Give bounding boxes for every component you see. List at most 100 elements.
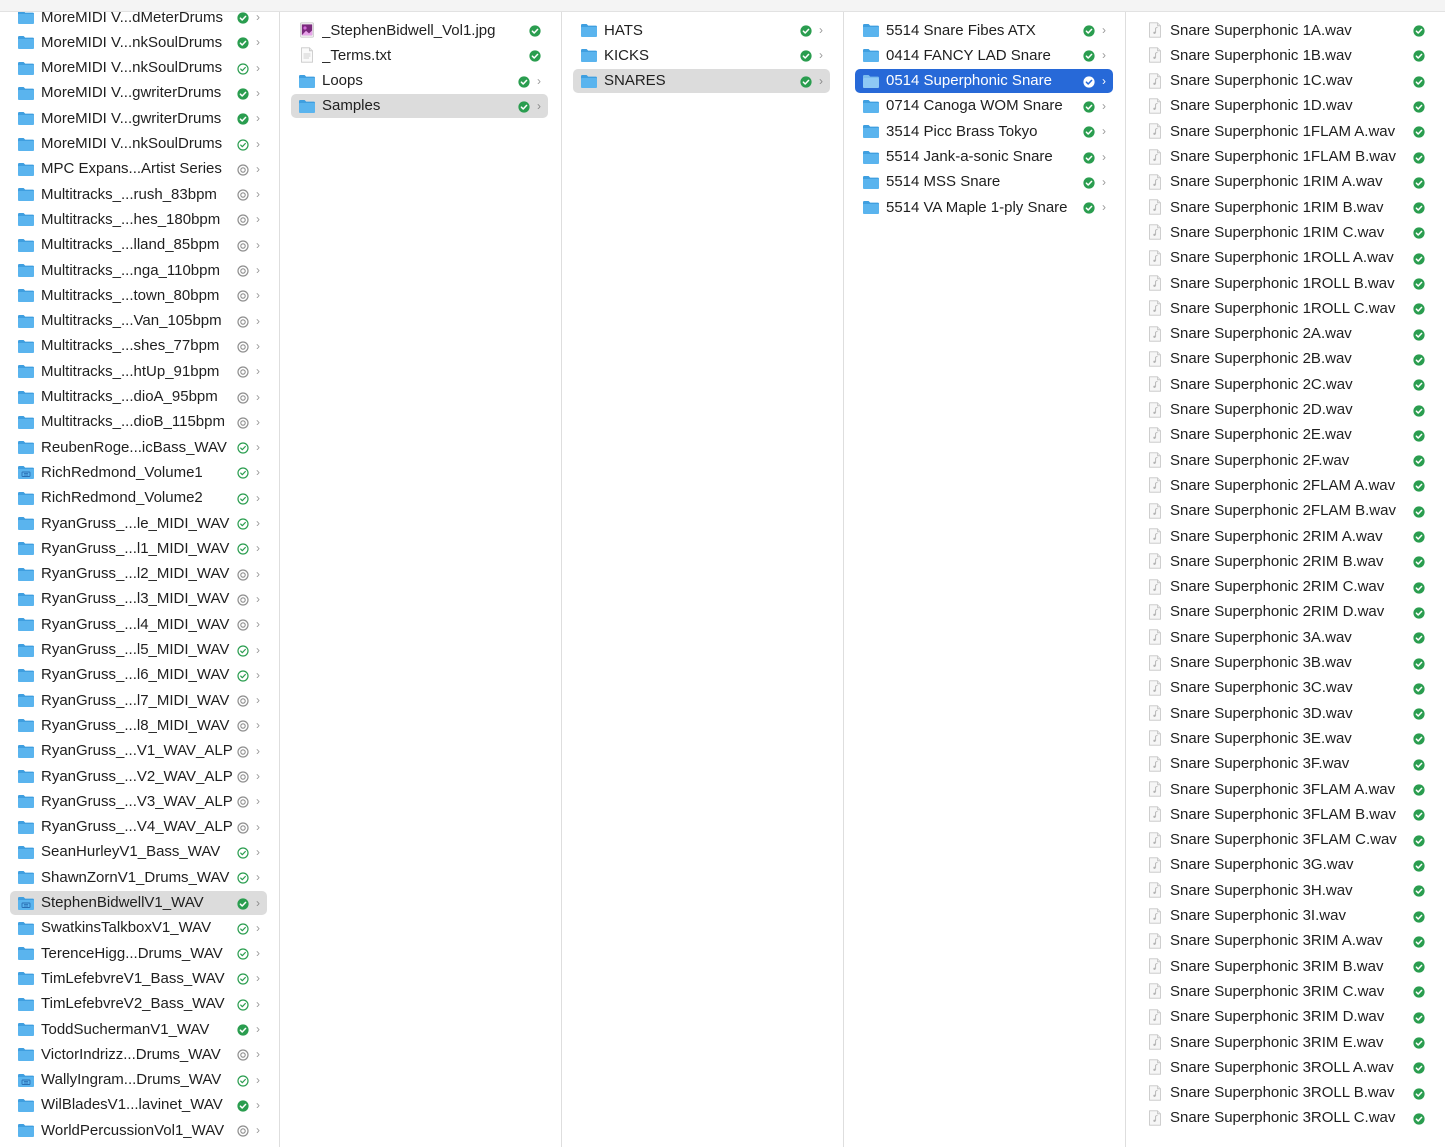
folder-row-samples[interactable]: Samples › xyxy=(291,93,548,118)
file-row-snare-superphonic-2flam-a-wav[interactable]: Snare Superphonic 2FLAM A.wav xyxy=(1139,473,1432,497)
folder-row-5514-va-maple-1-ply-snare[interactable]: 5514 VA Maple 1-ply Snare › xyxy=(855,195,1113,219)
folder-row-wilbladesv1-lavinet-wav[interactable]: WilBladesV1...lavinet_WAV › xyxy=(10,1093,267,1117)
file-row-snare-superphonic-3roll-b-wav[interactable]: Snare Superphonic 3ROLL B.wav xyxy=(1139,1081,1432,1105)
file-row-snare-superphonic-3rim-b-wav[interactable]: Snare Superphonic 3RIM B.wav xyxy=(1139,954,1432,978)
file-row-snare-superphonic-3a-wav[interactable]: Snare Superphonic 3A.wav xyxy=(1139,625,1432,649)
folder-row-ryangruss-l3-midi-wav[interactable]: RyanGruss_...l3_MIDI_WAV › xyxy=(10,587,267,611)
folder-row-ryangruss-l2-midi-wav[interactable]: RyanGruss_...l2_MIDI_WAV › xyxy=(10,562,267,586)
column-superphonic-snare[interactable]: Snare Superphonic 1A.wav Snare Superphoni… xyxy=(1126,12,1445,1147)
folder-row-moremidi-v-nksouldrums[interactable]: MoreMIDI V...nkSoulDrums › xyxy=(10,132,267,156)
file-row-snare-superphonic-3d-wav[interactable]: Snare Superphonic 3D.wav xyxy=(1139,701,1432,725)
file-row-snare-superphonic-2flam-b-wav[interactable]: Snare Superphonic 2FLAM B.wav xyxy=(1139,499,1432,523)
column-snares[interactable]: 5514 Snare Fibes ATX › 0414 FANCY LAD Snar… xyxy=(844,12,1126,1147)
folder-row-multitracks-nga-110bpm[interactable]: Multitracks_...nga_110bpm › xyxy=(10,258,267,282)
file-row-snare-superphonic-1roll-b-wav[interactable]: Snare Superphonic 1ROLL B.wav xyxy=(1139,271,1432,295)
folder-row-moremidi-v-nksouldrums[interactable]: MoreMIDI V...nkSoulDrums › xyxy=(10,30,267,54)
folder-row-multitracks-dioa-95bpm[interactable]: Multitracks_...dioA_95bpm › xyxy=(10,385,267,409)
file-row-snare-superphonic-1roll-a-wav[interactable]: Snare Superphonic 1ROLL A.wav xyxy=(1139,246,1432,270)
folder-row-multitracks-town-80bpm[interactable]: Multitracks_...town_80bpm › xyxy=(10,283,267,307)
folder-row-0714-canoga-wom-snare[interactable]: 0714 Canoga WOM Snare › xyxy=(855,94,1113,118)
folder-row-moremidi-v-dmeterdrums[interactable]: MoreMIDI V...dMeterDrums › xyxy=(10,12,267,29)
folder-row-ryangruss-v3-wav-alp[interactable]: RyanGruss_...V3_WAV_ALP › xyxy=(10,789,267,813)
folder-row-victorindrizz-drums-wav[interactable]: VictorIndrizz...Drums_WAV › xyxy=(10,1042,267,1066)
folder-row-moremidi-v-nksouldrums[interactable]: MoreMIDI V...nkSoulDrums › xyxy=(10,56,267,80)
file-row-snare-superphonic-3flam-a-wav[interactable]: Snare Superphonic 3FLAM A.wav xyxy=(1139,777,1432,801)
folder-row-5514-snare-fibes-atx[interactable]: 5514 Snare Fibes ATX › xyxy=(855,18,1113,42)
folder-row-0514-superphonic-snare[interactable]: 0514 Superphonic Snare › xyxy=(855,68,1113,93)
file-row-snare-superphonic-3f-wav[interactable]: Snare Superphonic 3F.wav xyxy=(1139,752,1432,776)
folder-row-snares[interactable]: SNARES › xyxy=(573,68,830,93)
file-row-snare-superphonic-3e-wav[interactable]: Snare Superphonic 3E.wav xyxy=(1139,726,1432,750)
folder-row-timlefebvrev2-bass-wav[interactable]: TimLefebvreV2_Bass_WAV › xyxy=(10,992,267,1016)
file-row-snare-superphonic-1flam-b-wav[interactable]: Snare Superphonic 1FLAM B.wav xyxy=(1139,145,1432,169)
folder-row-terencehigg-drums-wav[interactable]: TerenceHigg...Drums_WAV › xyxy=(10,941,267,965)
file-row-snare-superphonic-2d-wav[interactable]: Snare Superphonic 2D.wav xyxy=(1139,398,1432,422)
folder-row-reubenroge-icbass-wav[interactable]: ReubenRoge...icBass_WAV › xyxy=(10,435,267,459)
folder-row-0414-fancy-lad-snare[interactable]: 0414 FANCY LAD Snare › xyxy=(855,43,1113,67)
folder-row-multitracks-rush-83bpm[interactable]: Multitracks_...rush_83bpm › xyxy=(10,182,267,206)
file-row-snare-superphonic-3g-wav[interactable]: Snare Superphonic 3G.wav xyxy=(1139,853,1432,877)
file-row-snare-superphonic-1a-wav[interactable]: Snare Superphonic 1A.wav xyxy=(1139,18,1432,42)
file-row-snare-superphonic-1rim-b-wav[interactable]: Snare Superphonic 1RIM B.wav xyxy=(1139,195,1432,219)
folder-row-seanhurleyv1-bass-wav[interactable]: SeanHurleyV1_Bass_WAV › xyxy=(10,840,267,864)
folder-row-multitracks-shes-77bpm[interactable]: Multitracks_...shes_77bpm › xyxy=(10,334,267,358)
folder-row-terms-txt[interactable]: _Terms.txt xyxy=(291,43,548,67)
folder-row-shawnzornv1-drums-wav[interactable]: ShawnZornV1_Drums_WAV › xyxy=(10,865,267,889)
file-row-snare-superphonic-3h-wav[interactable]: Snare Superphonic 3H.wav xyxy=(1139,878,1432,902)
folder-row-richredmond-volume2[interactable]: RichRedmond_Volume2 › xyxy=(10,486,267,510)
file-row-snare-superphonic-3b-wav[interactable]: Snare Superphonic 3B.wav xyxy=(1139,651,1432,675)
file-row-snare-superphonic-2rim-a-wav[interactable]: Snare Superphonic 2RIM A.wav xyxy=(1139,524,1432,548)
folder-row-ryangruss-v4-wav-alp[interactable]: RyanGruss_...V4_WAV_ALP › xyxy=(10,815,267,839)
folder-row-swatkinstalkboxv1-wav[interactable]: SwatkinsTalkboxV1_WAV › xyxy=(10,916,267,940)
file-row-snare-superphonic-1b-wav[interactable]: Snare Superphonic 1B.wav xyxy=(1139,43,1432,67)
file-row-snare-superphonic-2a-wav[interactable]: Snare Superphonic 2A.wav xyxy=(1139,322,1432,346)
file-row-snare-superphonic-2e-wav[interactable]: Snare Superphonic 2E.wav xyxy=(1139,423,1432,447)
file-row-snare-superphonic-1rim-c-wav[interactable]: Snare Superphonic 1RIM C.wav xyxy=(1139,220,1432,244)
folder-row-kicks[interactable]: KICKS › xyxy=(573,43,830,67)
file-row-snare-superphonic-2rim-c-wav[interactable]: Snare Superphonic 2RIM C.wav xyxy=(1139,575,1432,599)
folder-row-multitracks-hes-180bpm[interactable]: Multitracks_...hes_180bpm › xyxy=(10,207,267,231)
column-stephen-bidwell[interactable]: _StephenBidwell_Vol1.jpg _Terms.txt Loops ›… xyxy=(280,12,562,1147)
folder-row-hats[interactable]: HATS › xyxy=(573,18,830,42)
folder-row-5514-mss-snare[interactable]: 5514 MSS Snare › xyxy=(855,170,1113,194)
file-row-snare-superphonic-3roll-a-wav[interactable]: Snare Superphonic 3ROLL A.wav xyxy=(1139,1055,1432,1079)
folder-row-ryangruss-l6-midi-wav[interactable]: RyanGruss_...l6_MIDI_WAV › xyxy=(10,663,267,687)
file-row-snare-superphonic-2f-wav[interactable]: Snare Superphonic 2F.wav xyxy=(1139,448,1432,472)
folder-row-ryangruss-l5-midi-wav[interactable]: RyanGruss_...l5_MIDI_WAV › xyxy=(10,638,267,662)
folder-row-5514-jank-a-sonic-snare[interactable]: 5514 Jank-a-sonic Snare › xyxy=(855,145,1113,169)
file-row-snare-superphonic-3c-wav[interactable]: Snare Superphonic 3C.wav xyxy=(1139,676,1432,700)
folder-row-ryangruss-le-midi-wav[interactable]: RyanGruss_...le_MIDI_WAV › xyxy=(10,511,267,535)
folder-row-stephenbidwell-vol1-jpg[interactable]: _StephenBidwell_Vol1.jpg xyxy=(291,18,548,42)
file-row-snare-superphonic-3rim-c-wav[interactable]: Snare Superphonic 3RIM C.wav xyxy=(1139,979,1432,1003)
file-row-snare-superphonic-3rim-e-wav[interactable]: Snare Superphonic 3RIM E.wav xyxy=(1139,1030,1432,1054)
folder-row-stephenbidwellv1-wav[interactable]: StephenBidwellV1_WAV › xyxy=(10,890,267,915)
file-row-snare-superphonic-3flam-b-wav[interactable]: Snare Superphonic 3FLAM B.wav xyxy=(1139,802,1432,826)
file-row-snare-superphonic-3roll-c-wav[interactable]: Snare Superphonic 3ROLL C.wav xyxy=(1139,1106,1432,1130)
folder-row-moremidi-v-gwriterdrums[interactable]: MoreMIDI V...gwriterDrums › xyxy=(10,81,267,105)
folder-row-multitracks-lland-85bpm[interactable]: Multitracks_...lland_85bpm › xyxy=(10,233,267,257)
folder-row-moremidi-v-gwriterdrums[interactable]: MoreMIDI V...gwriterDrums › xyxy=(10,106,267,130)
folder-row-mpc-expans-artist-series[interactable]: MPC Expans...Artist Series › xyxy=(10,157,267,181)
folder-row-ryangruss-v1-wav-alp[interactable]: RyanGruss_...V1_WAV_ALP › xyxy=(10,739,267,763)
folder-row-multitracks-htup-91bpm[interactable]: Multitracks_...htUp_91bpm › xyxy=(10,359,267,383)
folder-row-wallyingram-drums-wav[interactable]: WallyIngram...Drums_WAV › xyxy=(10,1068,267,1092)
folder-row-timlefebvrev1-bass-wav[interactable]: TimLefebvreV1_Bass_WAV › xyxy=(10,966,267,990)
folder-row-ryangruss-l8-midi-wav[interactable]: RyanGruss_...l8_MIDI_WAV › xyxy=(10,713,267,737)
folder-row-loops[interactable]: Loops › xyxy=(291,69,548,93)
folder-row-ryangruss-v2-wav-alp[interactable]: RyanGruss_...V2_WAV_ALP › xyxy=(10,764,267,788)
file-row-snare-superphonic-3rim-d-wav[interactable]: Snare Superphonic 3RIM D.wav xyxy=(1139,1005,1432,1029)
file-row-snare-superphonic-1d-wav[interactable]: Snare Superphonic 1D.wav xyxy=(1139,94,1432,118)
file-row-snare-superphonic-3rim-a-wav[interactable]: Snare Superphonic 3RIM A.wav xyxy=(1139,929,1432,953)
file-row-snare-superphonic-2c-wav[interactable]: Snare Superphonic 2C.wav xyxy=(1139,372,1432,396)
folder-row-richredmond-volume1[interactable]: RichRedmond_Volume1 › xyxy=(10,460,267,484)
column-library[interactable]: MoreMIDI V...dMeterDrums › MoreMIDI V...nk… xyxy=(0,12,280,1147)
file-row-snare-superphonic-1rim-a-wav[interactable]: Snare Superphonic 1RIM A.wav xyxy=(1139,170,1432,194)
folder-row-worldpercussionvol1-wav[interactable]: WorldPercussionVol1_WAV › xyxy=(10,1118,267,1142)
file-row-snare-superphonic-1c-wav[interactable]: Snare Superphonic 1C.wav xyxy=(1139,69,1432,93)
folder-row-ryangruss-l4-midi-wav[interactable]: RyanGruss_...l4_MIDI_WAV › xyxy=(10,612,267,636)
folder-row-ryangruss-l7-midi-wav[interactable]: RyanGruss_...l7_MIDI_WAV › xyxy=(10,688,267,712)
folder-row-toddsuchermanv1-wav[interactable]: ToddSuchermanV1_WAV › xyxy=(10,1017,267,1041)
column-samples[interactable]: HATS › KICKS › SNARES › xyxy=(562,12,844,1147)
file-row-snare-superphonic-3i-wav[interactable]: Snare Superphonic 3I.wav xyxy=(1139,904,1432,928)
file-row-snare-superphonic-2b-wav[interactable]: Snare Superphonic 2B.wav xyxy=(1139,347,1432,371)
